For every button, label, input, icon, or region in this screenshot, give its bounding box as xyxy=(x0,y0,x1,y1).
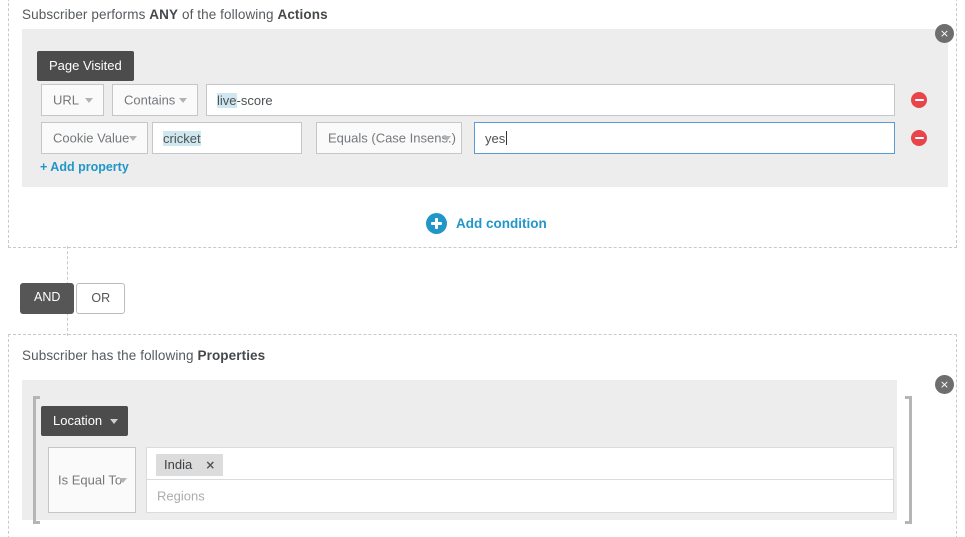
property-group-bracket-left xyxy=(33,396,40,524)
action-url-value-rest: -score xyxy=(236,92,273,108)
tag-chip-india-label: India xyxy=(164,457,193,472)
actions-segment-title: Subscriber performs ANY of the following… xyxy=(22,7,328,22)
action-operator-select-equals-label: Equals (Case Insens.) xyxy=(328,130,456,146)
properties-segment-title: Subscriber has the following Properties xyxy=(22,348,265,363)
actions-title-any: ANY xyxy=(149,7,179,22)
property-type-pill-location-label: Location xyxy=(53,413,103,428)
close-actions-segment-icon[interactable]: × xyxy=(935,24,954,43)
logic-operator-toggle[interactable]: AND OR xyxy=(20,283,126,314)
add-condition-button[interactable]: Add condition xyxy=(426,213,547,234)
action-operator-select-equals-case-insens[interactable]: Equals (Case Insens.) xyxy=(316,122,462,154)
action-property-select-cookie-value[interactable]: Cookie Value xyxy=(41,122,148,154)
add-property-link[interactable]: + Add property xyxy=(40,160,129,174)
add-condition-label: Add condition xyxy=(456,216,547,231)
property-regions-field[interactable]: Regions xyxy=(146,479,894,513)
action-url-value-highlighted: live xyxy=(217,92,237,108)
action-cookie-name-input[interactable]: cricket xyxy=(152,122,302,154)
close-properties-segment-icon[interactable]: × xyxy=(935,375,954,394)
remove-row-1-icon[interactable] xyxy=(911,92,927,108)
actions-title-actions: Actions xyxy=(277,7,328,22)
action-cookie-value-input[interactable]: yes xyxy=(474,122,895,154)
action-cookie-name-value: cricket xyxy=(163,130,201,146)
chevron-down-icon xyxy=(119,478,127,483)
text-cursor xyxy=(506,131,508,145)
properties-title-prefix: Subscriber has the following xyxy=(22,348,198,363)
chevron-down-icon xyxy=(129,136,137,141)
property-regions-placeholder: Regions xyxy=(157,488,205,504)
action-cookie-value-text: yes xyxy=(485,130,506,146)
action-type-pill-page-visited[interactable]: Page Visited xyxy=(37,51,134,81)
logic-toggle-or[interactable]: OR xyxy=(76,283,126,314)
tag-remove-icon[interactable]: × xyxy=(205,458,215,472)
action-property-select-cookie-value-label: Cookie Value xyxy=(53,130,130,146)
chevron-down-icon xyxy=(443,136,451,141)
chevron-down-icon xyxy=(85,98,93,103)
action-operator-select-contains-label: Contains xyxy=(124,92,176,108)
properties-title-strong: Properties xyxy=(197,348,266,363)
actions-title-middle: of the following xyxy=(178,7,278,22)
actions-title-prefix: Subscriber performs xyxy=(22,7,150,22)
tag-chip-india: India × xyxy=(156,454,224,476)
property-tags-field[interactable]: India × xyxy=(146,447,894,480)
chevron-down-icon xyxy=(110,419,119,424)
action-operator-select-contains[interactable]: Contains xyxy=(112,84,198,116)
plus-circle-icon xyxy=(426,213,447,234)
logic-toggle-and[interactable]: AND xyxy=(20,283,75,314)
segment-builder-canvas: Subscriber performs ANY of the following… xyxy=(0,0,965,537)
action-url-value-input[interactable]: live -score xyxy=(206,84,895,116)
property-operator-select-is-equal-to[interactable]: Is Equal To xyxy=(48,447,136,513)
chevron-down-icon xyxy=(179,98,187,103)
action-property-select-url-label: URL xyxy=(53,92,80,108)
property-group-bracket-right xyxy=(905,396,912,524)
property-operator-select-label: Is Equal To xyxy=(58,472,123,488)
property-type-pill-location[interactable]: Location xyxy=(41,406,129,436)
remove-row-2-icon[interactable] xyxy=(911,130,927,146)
action-property-select-url[interactable]: URL xyxy=(41,84,104,116)
